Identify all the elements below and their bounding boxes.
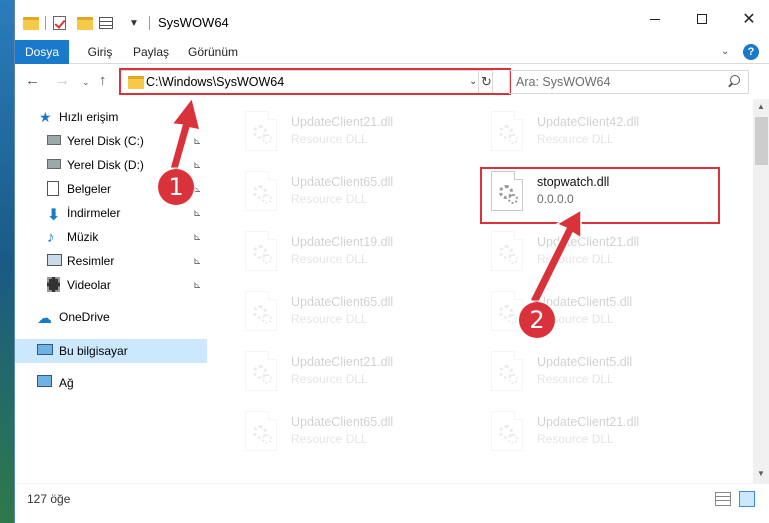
arrow-2-shape: [528, 208, 582, 306]
arrow-1-shape: [169, 96, 202, 171]
arrow-to-address-bar: [169, 96, 582, 306]
step-badge-2: 2: [519, 302, 555, 338]
step-badge-1: 1: [158, 169, 194, 205]
